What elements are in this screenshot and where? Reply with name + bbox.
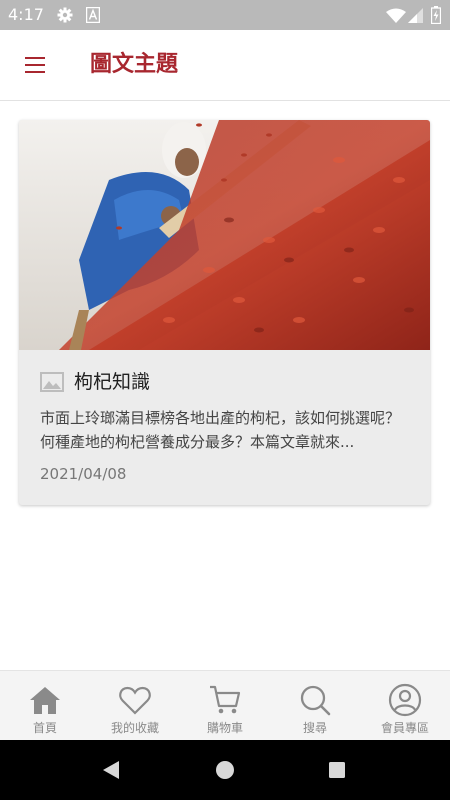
wifi-icon: [386, 8, 406, 23]
recents-icon[interactable]: [328, 761, 346, 779]
hamburger-bar: [25, 64, 45, 66]
signal-icon: [408, 8, 423, 23]
nav-label-favorites: 我的收藏: [110, 721, 159, 735]
nav-label-search: 搜尋: [302, 721, 327, 735]
article-body: 枸杞知識 市面上玲瑯滿目標榜各地出產的枸杞，該如何挑選呢？何種產地的枸杞營養成分…: [19, 350, 430, 505]
article-excerpt: 市面上玲瑯滿目標榜各地出產的枸杞，該如何挑選呢？何種產地的枸杞營養成分最多？本篇…: [40, 409, 401, 451]
home-icon: [30, 687, 60, 714]
status-bar: 4:17: [0, 0, 450, 30]
search-icon: [300, 685, 331, 716]
image-icon: [40, 372, 64, 392]
heart-icon: [119, 686, 151, 715]
system-nav-bar: [0, 740, 450, 800]
account-icon: [388, 683, 422, 717]
nav-search[interactable]: 搜尋: [270, 671, 360, 741]
back-icon[interactable]: [101, 760, 121, 780]
battery-icon: [431, 6, 441, 24]
article-card[interactable]: 枸杞知識 市面上玲瑯滿目標榜各地出產的枸杞，該如何挑選呢？何種產地的枸杞營養成分…: [19, 120, 430, 505]
nav-account[interactable]: 會員專區: [360, 671, 450, 741]
hamburger-bar: [25, 71, 45, 73]
nav-favorites[interactable]: 我的收藏: [90, 671, 180, 741]
nav-label-cart: 購物車: [206, 721, 243, 735]
app-bar: 圖文主題: [0, 30, 450, 101]
page-title: 圖文主題: [90, 52, 179, 77]
nav-label-home: 首頁: [32, 721, 57, 735]
article-title: 枸杞知識: [74, 371, 151, 393]
nav-home[interactable]: 首頁: [0, 671, 90, 741]
settings-icon: [57, 7, 73, 23]
menu-button[interactable]: [22, 52, 48, 78]
article-date: 2021/04/08: [40, 465, 127, 483]
article-image[interactable]: [19, 120, 430, 350]
bottom-navigation: 首頁 我的收藏 購物車 搜尋 會員專區: [0, 670, 450, 741]
cart-icon: [210, 685, 241, 714]
nav-cart[interactable]: 購物車: [180, 671, 270, 741]
a-notification-icon: [86, 7, 100, 23]
status-time: 4:17: [8, 5, 44, 24]
home-circle-icon[interactable]: [215, 760, 235, 780]
nav-label-account: 會員專區: [380, 721, 429, 735]
hamburger-menu-icon: [25, 57, 45, 59]
